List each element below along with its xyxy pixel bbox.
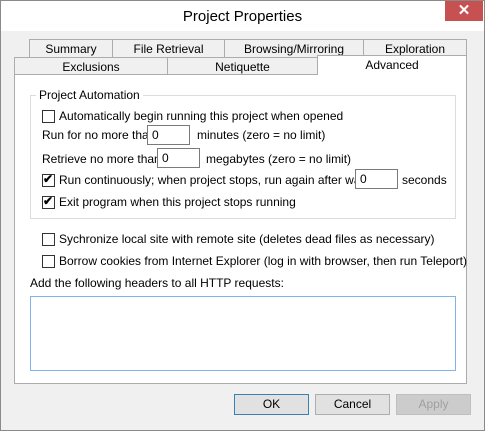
sync-checkbox[interactable]	[42, 233, 55, 246]
close-icon[interactable]: ✕	[445, 1, 483, 21]
title-bar: Project Properties ✕	[1, 1, 484, 31]
borrow-cookies-label: Borrow cookies from Internet Explorer (l…	[59, 254, 467, 268]
run-limit-label: Run for no more than	[42, 128, 156, 142]
tab-netiquette[interactable]: Netiquette	[167, 57, 318, 75]
group-title: Project Automation	[36, 88, 143, 102]
retrieve-limit-suffix: megabytes (zero = no limit)	[206, 152, 352, 166]
retrieve-limit-label: Retrieve no more than	[42, 152, 161, 166]
tab-advanced[interactable]: Advanced	[317, 55, 467, 75]
ok-button[interactable]: OK	[234, 394, 309, 415]
cancel-button[interactable]: Cancel	[315, 394, 390, 415]
auto-begin-checkbox[interactable]	[42, 110, 55, 123]
wait-seconds-field[interactable]: 0	[355, 169, 398, 189]
check-icon: ✔	[43, 194, 54, 208]
run-continuously-label: Run continuously; when project stops, ru…	[59, 173, 383, 187]
run-limit-field[interactable]: 0	[147, 125, 190, 145]
run-continuously-checkbox[interactable]: ✔	[42, 172, 55, 187]
auto-begin-label: Automatically begin running this project…	[59, 109, 344, 123]
wait-seconds-suffix: seconds	[402, 173, 447, 187]
tab-exclusions[interactable]: Exclusions	[14, 57, 168, 75]
headers-label: Add the following headers to all HTTP re…	[30, 276, 284, 290]
tab-file-retrieval[interactable]: File Retrieval	[112, 39, 225, 57]
run-limit-suffix: minutes (zero = no limit)	[197, 128, 326, 142]
exit-program-label: Exit program when this project stops run…	[59, 195, 296, 209]
headers-textarea[interactable]	[30, 296, 456, 371]
check-icon: ✔	[43, 172, 54, 186]
exit-program-checkbox[interactable]: ✔	[42, 194, 55, 209]
apply-button[interactable]: Apply	[396, 394, 471, 415]
borrow-cookies-checkbox[interactable]	[42, 255, 55, 268]
sync-label: Sychronize local site with remote site (…	[59, 232, 435, 246]
retrieve-limit-field[interactable]: 0	[157, 148, 200, 168]
window-title: Project Properties	[182, 8, 303, 25]
tab-summary[interactable]: Summary	[29, 39, 113, 57]
